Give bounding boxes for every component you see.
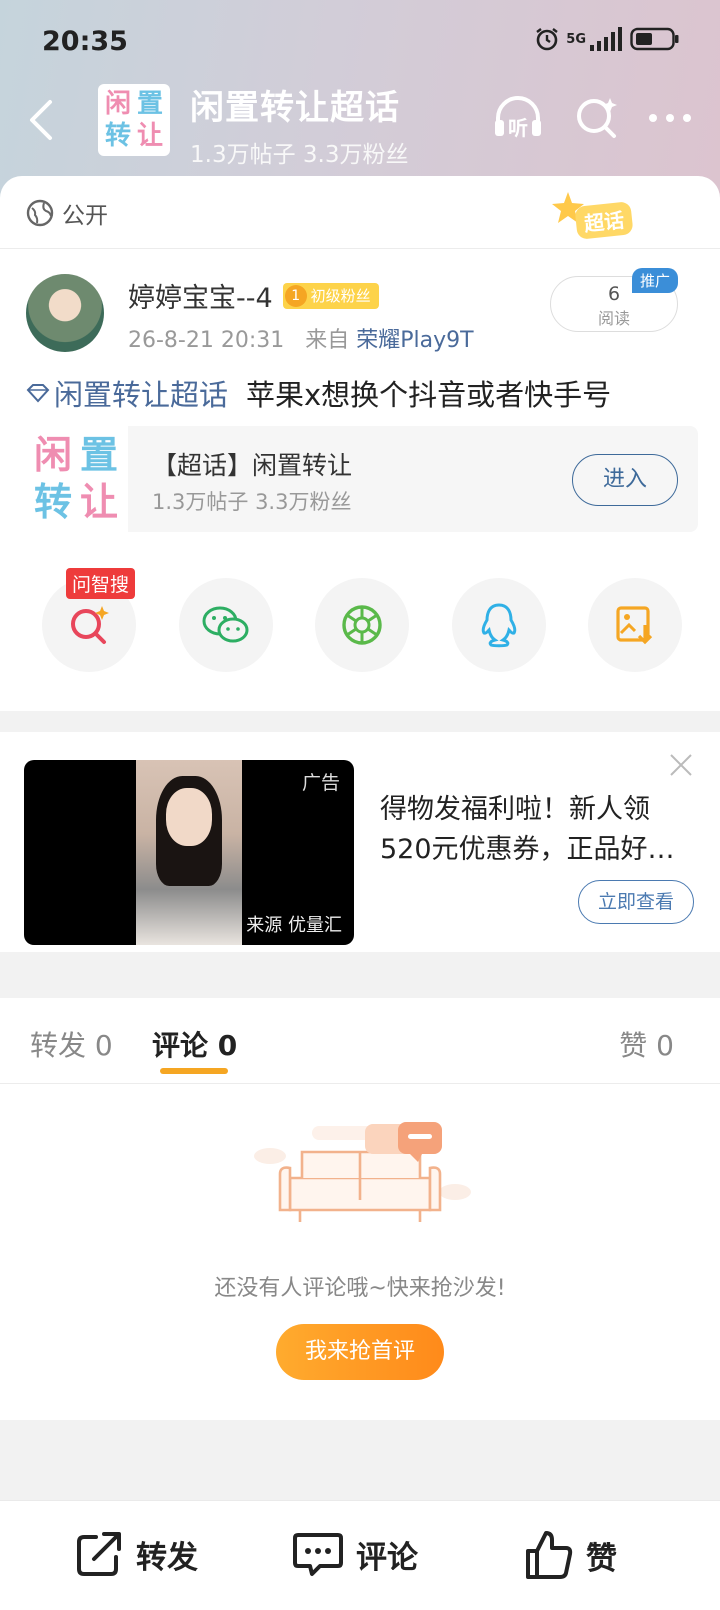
listen-button[interactable]: 听 — [492, 96, 544, 140]
logo-char: 转 — [33, 480, 72, 524]
header-title-block[interactable]: 闲置转让超话 1.3万帖子 3.3万粉丝 — [190, 80, 408, 169]
share-qq-button[interactable] — [451, 578, 546, 672]
comments-section: 转发 0 评论 0 赞 0 还没有人评论哦~快来抢沙发! 我来抢首评 — [0, 998, 720, 1420]
ad-text[interactable]: 得物发福利啦！新人领520元优惠券，正品好… — [380, 790, 680, 870]
logo-char: 置 — [136, 89, 163, 119]
listen-label: 听 — [508, 116, 528, 140]
post-meta: 26-8-21 20:31 来自 荣耀Play9T — [128, 322, 474, 354]
thumbs-up-icon — [526, 1531, 573, 1579]
source-device[interactable]: 荣耀Play9T — [356, 328, 473, 353]
fan-level-badge[interactable]: 1 初级粉丝 — [282, 282, 379, 309]
nav-bar: 闲 置 转 让 闲置转让超话 1.3万帖子 3.3万粉丝 听 — [0, 78, 720, 174]
topic-stats: 1.3万帖子 3.3万粉丝 — [190, 142, 409, 168]
post-card: 公开 超话 婷婷宝宝--4 1 初级粉丝 26-8-21 20:31 来自 荣耀… — [0, 176, 720, 711]
empty-comments-message: 还没有人评论哦~快来抢沙发! — [214, 1276, 506, 1301]
topic-card-name: 【超话】闲置转让 — [152, 451, 353, 480]
repost-button[interactable]: 转发 — [74, 1529, 198, 1579]
qq-icon — [481, 603, 516, 648]
avatar[interactable] — [26, 274, 104, 352]
visibility-label: 公开 — [62, 203, 108, 229]
ask-badge: 问智搜 — [66, 568, 136, 599]
alarm-icon — [536, 28, 559, 51]
tab-repost[interactable]: 转发 0 — [30, 1024, 113, 1064]
like-button[interactable]: 赞 — [524, 1529, 617, 1581]
topic-card[interactable]: 闲 置 转 让 【超话】闲置转让 1.3万帖子 3.3万粉丝 进入 — [24, 426, 698, 532]
ad-photo-face — [166, 788, 212, 846]
topic-logo[interactable]: 闲 置 转 让 — [98, 84, 170, 156]
comment-button[interactable]: 评论 — [292, 1529, 418, 1579]
tab-underline — [160, 1068, 228, 1074]
chaohua-label: 超话 — [574, 201, 634, 240]
visibility-indicator: 公开 — [26, 196, 108, 230]
share-moments-button[interactable] — [315, 578, 409, 672]
sofa-illustration — [254, 1122, 471, 1222]
fan-badge-label: 初级粉丝 — [310, 287, 371, 305]
search-sparkle-icon[interactable] — [574, 96, 618, 140]
post-date: 26-8-21 20:31 — [128, 328, 285, 353]
author-row: 婷婷宝宝--4 1 初级粉丝 — [128, 276, 379, 315]
image-download-icon — [616, 606, 653, 645]
ad-cta-button[interactable]: 立即查看 — [578, 880, 694, 924]
repost-label: 转发 — [136, 1539, 198, 1576]
post-body: 苹果x想换个抖音或者快手号 — [246, 378, 612, 412]
topic-name: 闲置转让超话 — [54, 378, 229, 412]
nav-actions: 听 — [492, 96, 692, 140]
comment-label: 评论 — [356, 1539, 418, 1576]
page-title: 闲置转让超话 — [190, 88, 400, 128]
back-arrow-icon — [30, 100, 52, 140]
signal-icon — [590, 27, 622, 51]
status-bar: 20:35 5G — [0, 0, 720, 84]
ai-search-button[interactable]: 问智搜 — [42, 568, 136, 672]
bottom-action-bar: 转发 评论 赞 — [0, 1500, 720, 1610]
share-row: 问智搜 — [42, 568, 682, 672]
wechat-icon — [202, 606, 248, 643]
topic-card-stats: 1.3万帖子 3.3万粉丝 — [152, 490, 352, 514]
logo-char: 闲 — [104, 89, 131, 119]
status-icons: 5G — [534, 26, 680, 52]
fan-level: 1 — [284, 284, 307, 307]
ad-image[interactable]: 广告 来源 优量汇 — [24, 760, 354, 945]
logo-char: 让 — [79, 480, 118, 524]
logo-char: 让 — [136, 121, 163, 151]
moments-icon — [342, 605, 382, 645]
close-icon[interactable] — [668, 752, 694, 778]
post-content: 闲置转让超话 苹果x想换个抖音或者快手号 — [26, 372, 611, 414]
more-icon[interactable] — [648, 112, 692, 124]
save-image-button[interactable] — [588, 578, 682, 672]
promo-tag[interactable]: 推广 — [631, 268, 678, 293]
read-label: 阅读 — [597, 309, 630, 328]
battery-icon — [630, 27, 679, 51]
source-prefix: 来自 — [305, 328, 350, 353]
status-time: 20:35 — [42, 26, 128, 57]
tab-comment[interactable]: 评论 0 — [152, 1024, 237, 1064]
comment-icon — [293, 1533, 343, 1576]
logo-char: 转 — [104, 121, 131, 151]
share-wechat-button[interactable] — [178, 578, 273, 672]
like-label: 赞 — [586, 1540, 617, 1577]
first-comment-button[interactable]: 我来抢首评 — [276, 1324, 444, 1380]
ad-photo — [136, 760, 242, 945]
globe-icon — [26, 199, 54, 227]
chaohua-badge[interactable]: 超话 — [550, 190, 660, 240]
logo-char: 置 — [79, 433, 118, 477]
search-sparkle-icon — [71, 606, 109, 644]
enter-button[interactable]: 进入 — [572, 454, 678, 506]
share-icon — [77, 1532, 121, 1576]
topic-card-logo: 闲 置 转 让 — [24, 426, 128, 532]
back-button[interactable] — [22, 98, 62, 142]
ad-source: 来源 优量汇 — [246, 915, 342, 936]
author-name[interactable]: 婷婷宝宝--4 — [128, 276, 273, 315]
diamond-icon — [26, 384, 50, 403]
logo-char: 闲 — [33, 433, 72, 477]
topic-link[interactable]: 闲置转让超话 — [26, 372, 228, 414]
ad-label: 广告 — [301, 772, 340, 794]
network-label: 5G — [566, 31, 586, 47]
ad-card[interactable]: 广告 来源 优量汇 得物发福利啦！新人领520元优惠券，正品好… 立即查看 — [0, 732, 720, 952]
tab-like[interactable]: 赞 0 — [619, 1024, 674, 1064]
divider — [0, 248, 720, 249]
interaction-tabs: 转发 0 评论 0 赞 0 — [0, 998, 720, 1084]
